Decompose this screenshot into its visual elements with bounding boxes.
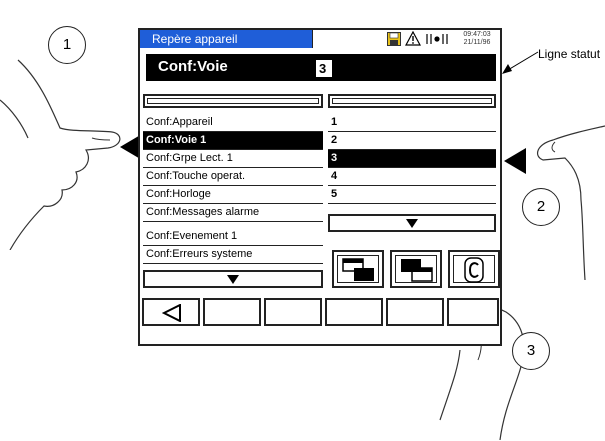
callout-3: 3 xyxy=(512,332,550,370)
value-item[interactable]: 4 xyxy=(328,168,496,186)
softkey-4[interactable] xyxy=(325,298,383,326)
status-bar: 09:47:03 21/11/96 xyxy=(312,30,500,48)
value-item[interactable]: 1 xyxy=(328,114,496,132)
value-scroll-down-button[interactable] xyxy=(328,214,496,232)
value-item[interactable]: 2 xyxy=(328,132,496,150)
menu-item[interactable]: Conf:Horloge xyxy=(143,186,323,204)
signal-icon xyxy=(426,34,448,44)
menu-item-selected[interactable]: Conf:Voie 1 xyxy=(143,132,323,150)
menu-scroll-down-button[interactable] xyxy=(143,270,323,288)
hand-pointing-left-illustration xyxy=(0,59,121,250)
menu-item[interactable]: Conf:Grpe Lect. 1 xyxy=(143,150,323,168)
page-paste-icon xyxy=(401,259,433,282)
disk-icon xyxy=(387,32,401,46)
paste-button[interactable] xyxy=(390,250,442,288)
chevron-down-icon xyxy=(227,275,239,284)
header-value: 3 xyxy=(316,60,332,77)
cancel-button[interactable] xyxy=(448,250,500,288)
pointer-arrow-right-to-selected-value xyxy=(504,148,526,174)
status-date: 21/11/96 xyxy=(463,39,491,46)
menu-item[interactable]: Conf:Appareil xyxy=(143,114,323,132)
warning-icon xyxy=(405,31,421,46)
copy-button[interactable] xyxy=(332,250,384,288)
page-copy-icon xyxy=(342,258,374,281)
menu-scroll-up-button[interactable] xyxy=(143,94,323,108)
back-softkey[interactable] xyxy=(142,298,200,326)
status-line-callout-arrow xyxy=(502,51,539,74)
copyright-c-icon xyxy=(464,257,484,283)
status-line-callout-label: Ligne statut xyxy=(538,47,601,61)
device-title: Repère appareil xyxy=(140,30,312,48)
back-arrow-icon xyxy=(162,304,181,322)
softkey-3[interactable] xyxy=(264,298,322,326)
value-item[interactable]: 5 xyxy=(328,186,496,204)
header-label: Conf:Voie xyxy=(158,58,228,75)
softkey-5[interactable] xyxy=(386,298,444,326)
softkey-6[interactable] xyxy=(447,298,499,326)
menu-item[interactable]: Conf:Evenement 1 xyxy=(143,228,323,246)
status-time: 09:47:03 xyxy=(463,31,491,38)
softkey-2[interactable] xyxy=(203,298,261,326)
menu-item[interactable]: Conf:Erreurs systeme xyxy=(143,246,323,264)
value-item-selected[interactable]: 3 xyxy=(328,150,496,168)
callout-1: 1 xyxy=(48,26,86,64)
menu-item[interactable]: Conf:Touche operat. xyxy=(143,168,323,186)
chevron-down-icon xyxy=(406,219,418,228)
callout-2: 2 xyxy=(522,188,560,226)
menu-item[interactable]: Conf:Messages alarme xyxy=(143,204,323,222)
value-scroll-up-button[interactable] xyxy=(328,94,496,108)
